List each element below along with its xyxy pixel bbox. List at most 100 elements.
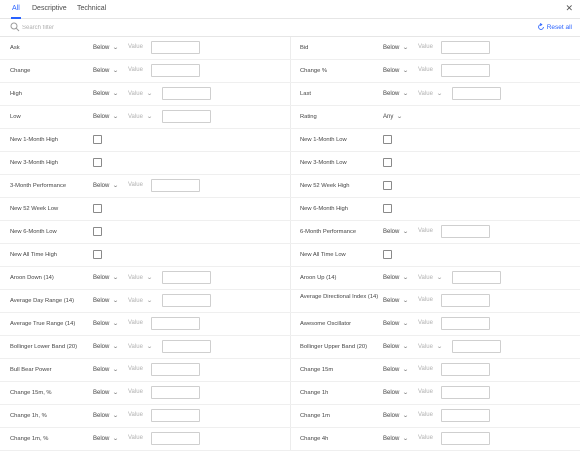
value-input[interactable] (452, 271, 501, 284)
operator-dropdown[interactable]: Below ⌄ (93, 297, 119, 304)
filter-label: Change 4h (300, 436, 329, 442)
value-dropdown[interactable]: Value ⌄ (418, 90, 443, 97)
filter-checkbox[interactable] (93, 135, 102, 144)
operator-dropdown[interactable]: Below ⌄ (93, 343, 119, 350)
value-dropdown[interactable]: Value ⌄ (418, 274, 443, 281)
filter-label: Ask (10, 45, 20, 51)
operator-dropdown[interactable]: Below ⌄ (93, 90, 119, 97)
value-input[interactable] (452, 87, 501, 100)
value-dropdown[interactable]: Value ⌄ (128, 343, 153, 350)
operator-dropdown[interactable]: Below ⌄ (383, 343, 410, 350)
operator-dropdown[interactable]: Below ⌄ (93, 412, 120, 419)
operator-dropdown[interactable]: Below ⌄ (383, 44, 409, 51)
value-input[interactable] (441, 409, 490, 422)
value-input[interactable] (441, 386, 490, 399)
chevron-down-icon: ⌄ (112, 413, 120, 419)
tab-all[interactable]: All (11, 5, 21, 19)
value-input[interactable] (151, 386, 200, 399)
value-input[interactable] (151, 317, 200, 330)
filter-label: New 6-Month Low (10, 229, 57, 235)
operator-dropdown[interactable]: Below ⌄ (93, 366, 119, 373)
reset-all-button[interactable]: Reset all (537, 23, 572, 31)
value-dropdown[interactable]: Value ⌄ (128, 90, 153, 97)
operator-value: Below (383, 436, 400, 442)
value-dropdown[interactable]: Value ⌄ (128, 113, 153, 120)
filter-cell: New 3-Month High (0, 152, 290, 175)
value-input[interactable] (162, 271, 211, 284)
operator-dropdown[interactable]: Below ⌄ (93, 44, 119, 51)
filter-cell: Change 4h Below ⌄ Value (290, 428, 580, 451)
operator-dropdown[interactable]: Below ⌄ (93, 182, 119, 189)
value-input[interactable] (441, 363, 490, 376)
operator-dropdown[interactable]: Below ⌄ (93, 67, 119, 74)
filter-cell: High Below ⌄ Value ⌄ (0, 83, 290, 106)
operator-dropdown[interactable]: Below ⌄ (93, 389, 119, 396)
operator-value: Below (93, 91, 110, 97)
value-input[interactable] (151, 179, 200, 192)
filter-checkbox[interactable] (383, 204, 392, 213)
tab-descriptive[interactable]: Descriptive (32, 5, 67, 12)
filter-cell: New All Time Low (290, 244, 580, 267)
filter-checkbox[interactable] (93, 227, 102, 236)
filter-checkbox[interactable] (383, 181, 392, 190)
value-input[interactable] (151, 41, 200, 54)
close-icon[interactable]: ✕ (565, 3, 573, 14)
value-input[interactable] (441, 317, 490, 330)
operator-dropdown[interactable]: Below ⌄ (383, 435, 409, 442)
operator-dropdown[interactable]: Below ⌄ (383, 228, 409, 235)
value-input[interactable] (441, 432, 490, 445)
value-input[interactable] (151, 432, 200, 445)
tab-technical[interactable]: Technical (77, 5, 106, 12)
value-dropdown-label: Value (128, 344, 143, 350)
operator-dropdown[interactable]: Below ⌄ (93, 435, 119, 442)
rating-dropdown[interactable]: Any ⌄ (383, 113, 403, 120)
value-input[interactable] (151, 409, 200, 422)
filter-checkbox[interactable] (93, 158, 102, 167)
value-input[interactable] (441, 64, 490, 77)
value-dropdown[interactable]: Value ⌄ (128, 297, 153, 304)
filter-row: Change 1h, % Below ⌄ Value Change 1m Below ⌄ Va… (0, 405, 580, 428)
filter-label: Average Directional Index (14) (300, 294, 379, 300)
value-dropdown[interactable]: Value ⌄ (418, 343, 443, 350)
operator-dropdown[interactable]: Below ⌄ (383, 412, 409, 419)
operator-dropdown[interactable]: Below ⌄ (383, 274, 409, 281)
value-label: Value (418, 44, 433, 50)
filter-checkbox[interactable] (383, 135, 392, 144)
operator-dropdown[interactable]: Below ⌄ (93, 113, 119, 120)
filter-checkbox[interactable] (93, 204, 102, 213)
filter-cell: Average True Range (14) Below ⌄ Value (0, 313, 290, 336)
search-input[interactable] (22, 23, 222, 33)
value-input[interactable] (151, 64, 200, 77)
value-input[interactable] (452, 340, 501, 353)
operator-dropdown[interactable]: Below ⌄ (383, 90, 409, 97)
operator-value: Below (93, 367, 110, 373)
value-input[interactable] (151, 363, 200, 376)
chevron-down-icon: ⌄ (402, 344, 410, 350)
operator-dropdown[interactable]: Below ⌄ (93, 274, 119, 281)
operator-dropdown[interactable]: Below ⌄ (383, 366, 409, 373)
value-dropdown[interactable]: Value ⌄ (128, 274, 153, 281)
operator-value: Below (383, 298, 400, 304)
filter-checkbox[interactable] (93, 250, 102, 259)
value-input[interactable] (441, 41, 490, 54)
filter-checkbox[interactable] (383, 250, 392, 259)
value-input[interactable] (441, 294, 490, 307)
filter-checkbox[interactable] (383, 158, 392, 167)
filter-label: Aroon Down (14) (10, 275, 54, 281)
operator-dropdown[interactable]: Below ⌄ (383, 297, 409, 304)
value-input[interactable] (162, 340, 211, 353)
value-label: Value (418, 320, 433, 326)
value-input[interactable] (162, 110, 211, 123)
value-input[interactable] (162, 87, 211, 100)
filter-label: New 1-Month Low (300, 137, 347, 143)
operator-value: Below (383, 321, 400, 327)
operator-dropdown[interactable]: Below ⌄ (383, 389, 409, 396)
value-label: Value (128, 412, 143, 418)
value-input[interactable] (162, 294, 211, 307)
filter-row: New All Time High New All Time Low (0, 244, 580, 267)
operator-dropdown[interactable]: Below ⌄ (93, 320, 119, 327)
value-input[interactable] (441, 225, 490, 238)
operator-dropdown[interactable]: Below ⌄ (383, 67, 409, 74)
operator-dropdown[interactable]: Below ⌄ (383, 320, 410, 327)
chevron-down-icon: ⌄ (402, 321, 410, 327)
